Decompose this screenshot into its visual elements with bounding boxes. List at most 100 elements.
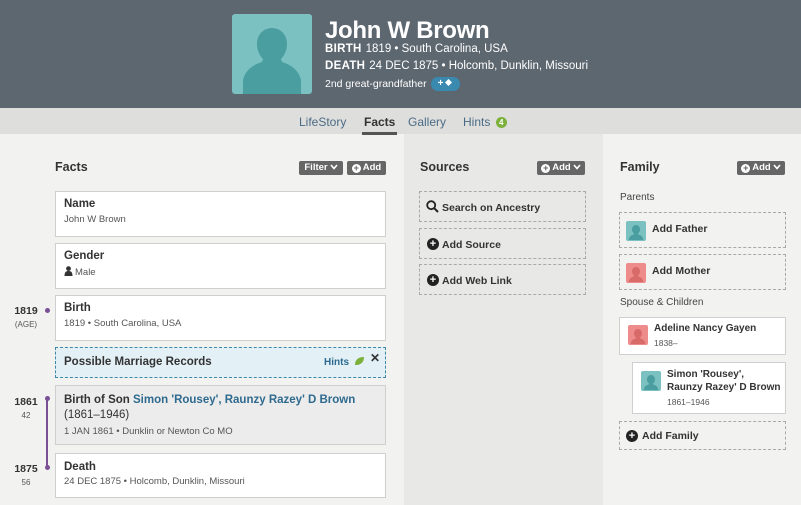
fact-value: Male: [75, 267, 96, 278]
child-dates: 1861–1946: [667, 397, 710, 407]
person-icon: [64, 266, 73, 276]
plus-circle-icon: +: [541, 163, 551, 173]
family-add-button[interactable]: + Add: [737, 161, 785, 175]
death-value: 24 DEC 1875 • Holcomb, Dunklin, Missouri: [369, 60, 589, 72]
fact-card-name[interactable]: Name John W Brown: [55, 191, 386, 237]
female-avatar-icon: [628, 325, 648, 345]
hints-count-badge: 4: [495, 117, 507, 128]
tab-hints[interactable]: Hints 4: [463, 115, 507, 129]
plus-circle-icon: +: [626, 430, 638, 442]
person-avatar[interactable]: [232, 14, 312, 94]
timeline-age-death: 56: [21, 478, 31, 487]
hint-card-marriage[interactable]: Possible Marriage Records Hints ✕: [55, 347, 386, 378]
fact-title: Gender: [64, 250, 105, 262]
fact-value: 1819 • South Carolina, USA: [64, 318, 182, 329]
add-father-button[interactable]: Add Father: [619, 212, 786, 248]
child-name: Simon 'Rousey', Raunzy Razey' D Brown: [667, 368, 781, 394]
fact-card-birth-of-son[interactable]: Birth of Son Simon 'Rousey', Raunzy Raze…: [55, 385, 386, 445]
add-family-label: Add Family: [642, 430, 699, 442]
add-web-link-label: Add Web Link: [442, 275, 512, 287]
header-death: DEATH 24 DEC 1875 • Holcomb, Dunklin, Mis…: [325, 60, 588, 72]
timeline-year-death: 1875: [14, 463, 38, 475]
family-title: Family: [620, 160, 660, 174]
timeline-dot: [45, 396, 50, 401]
search-on-ancestry-button[interactable]: Search on Ancestry: [419, 191, 586, 222]
birth-label: BIRTH: [325, 43, 362, 55]
filter-label: Filter: [304, 162, 328, 173]
sources-add-label: Add: [552, 162, 571, 173]
family-add-label: Add: [752, 162, 771, 173]
fact-value: John W Brown: [64, 214, 126, 225]
male-avatar-icon: [641, 371, 661, 391]
hints-link[interactable]: Hints: [324, 356, 365, 368]
tab-hints-label: Hints: [463, 115, 491, 129]
plus-circle-icon: +: [427, 238, 439, 250]
fact-value: 1 JAN 1861 • Dunklin or Newton Co MO: [64, 426, 233, 437]
hints-link-label: Hints: [324, 357, 349, 368]
fact-card-death[interactable]: Death 24 DEC 1875 • Holcomb, Dunklin, Mi…: [55, 453, 386, 498]
fact-card-birth[interactable]: Birth 1819 • South Carolina, USA: [55, 295, 386, 341]
relationship-button[interactable]: +: [431, 77, 460, 91]
leaf-icon: [354, 357, 364, 365]
death-label: DEATH: [325, 60, 366, 72]
timeline-age-birth: (AGE): [14, 320, 38, 329]
add-mother-button[interactable]: Add Mother: [619, 254, 786, 290]
sources-title: Sources: [420, 160, 470, 174]
fact-title: Birth: [64, 302, 91, 314]
birth-value: 1819 • South Carolina, USA: [365, 43, 508, 55]
son-fact-title: Birth of Son Simon 'Rousey', Raunzy Raze…: [64, 393, 382, 423]
timeline-age-son: 42: [21, 411, 31, 420]
sources-add-button[interactable]: + Add: [537, 161, 585, 175]
child-card[interactable]: Simon 'Rousey', Raunzy Razey' D Brown 18…: [632, 362, 786, 414]
header-birth: BIRTH 1819 • South Carolina, USA: [325, 43, 508, 55]
facts-add-button[interactable]: + Add: [347, 161, 386, 175]
tab-facts[interactable]: Facts: [361, 115, 398, 135]
search-icon: [426, 200, 439, 213]
timeline-year-birth: 1819: [14, 305, 38, 317]
facts-add-label: Add: [362, 162, 382, 173]
search-on-ancestry-label: Search on Ancestry: [442, 202, 541, 214]
tab-lifestory[interactable]: LifeStory: [299, 115, 346, 129]
person-name: John W Brown: [325, 17, 490, 44]
tab-bar: LifeStory Facts Gallery Hints 4: [0, 108, 801, 135]
plus-circle-icon: +: [427, 274, 439, 286]
tab-gallery[interactable]: Gallery: [408, 115, 446, 129]
facts-title: Facts: [55, 160, 88, 174]
spouse-dates: 1838–: [654, 338, 678, 348]
chevron-down-icon: [330, 164, 338, 170]
add-mother-label: Add Mother: [652, 265, 711, 277]
timeline-line: [46, 398, 48, 468]
gender-row: Male: [64, 266, 96, 278]
spouse-card[interactable]: Adeline Nancy Gayen 1838–: [619, 317, 786, 355]
fact-card-gender[interactable]: Gender Male: [55, 243, 386, 289]
hint-title: Possible Marriage Records: [64, 356, 212, 368]
add-family-button[interactable]: + Add Family: [619, 421, 786, 450]
spouse-children-label: Spouse & Children: [620, 297, 704, 308]
add-web-link-button[interactable]: + Add Web Link: [419, 264, 586, 295]
timeline-dot: [45, 308, 50, 313]
fact-title: Name: [64, 198, 96, 210]
son-dates: (1861–1946): [64, 409, 130, 421]
child-name-line1: Simon 'Rousey',: [667, 369, 744, 380]
timeline-dot: [45, 465, 50, 470]
sources-column: [404, 134, 603, 505]
female-avatar-icon: [626, 263, 646, 283]
male-avatar-icon: [626, 221, 646, 241]
add-father-label: Add Father: [652, 223, 708, 235]
fact-value: 24 DEC 1875 • Holcomb, Dunklin, Missouri: [64, 476, 245, 487]
chevron-down-icon: [773, 164, 781, 170]
add-source-button[interactable]: + Add Source: [419, 228, 586, 259]
filter-button[interactable]: Filter: [299, 161, 343, 175]
spouse-name: Adeline Nancy Gayen: [654, 323, 757, 334]
close-hint-button[interactable]: ✕: [370, 351, 380, 365]
add-source-label: Add Source: [442, 239, 501, 251]
child-name-line2: Raunzy Razey' D Brown: [667, 382, 781, 393]
plus-circle-icon: +: [351, 163, 361, 173]
person-header: John W Brown BIRTH 1819 • South Carolina,…: [0, 0, 801, 108]
son-name-link[interactable]: Simon 'Rousey', Raunzy Razey' D Brown: [133, 394, 355, 406]
son-fact-prefix: Birth of Son: [64, 394, 130, 406]
tag-icon: [445, 79, 453, 86]
male-silhouette-icon: [243, 28, 301, 94]
parents-label: Parents: [620, 192, 655, 203]
relationship-label: 2nd great-grandfather: [325, 78, 427, 90]
